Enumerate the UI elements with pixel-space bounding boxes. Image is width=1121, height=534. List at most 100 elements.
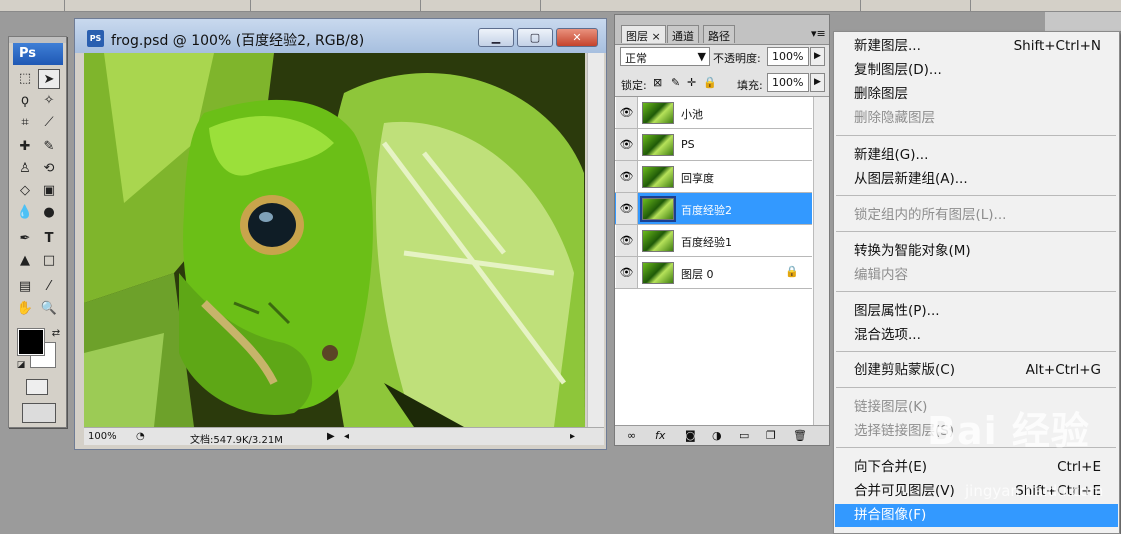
eye-icon[interactable]: 👁: [616, 257, 638, 288]
blend-mode-select[interactable]: 正常 ▼: [620, 47, 710, 66]
layer-thumbnail: [642, 230, 674, 252]
lock-pixels-icon[interactable]: ✎: [671, 76, 680, 89]
tab-layers[interactable]: 图层 ×: [621, 25, 666, 43]
canvas-vertical-scrollbar[interactable]: [587, 53, 604, 427]
zoom-tool-icon[interactable]: 🔍: [38, 299, 60, 319]
fill-field[interactable]: 100%: [767, 73, 809, 92]
opacity-label: 不透明度:: [713, 52, 761, 65]
pen-tool-icon[interactable]: ✒: [14, 229, 36, 249]
menu-separator: [836, 351, 1116, 352]
tab-close-icon[interactable]: ×: [652, 30, 661, 43]
layers-scrollbar[interactable]: [813, 97, 829, 425]
layer-row[interactable]: 👁 PS: [615, 129, 812, 161]
quick-mask-button[interactable]: [26, 379, 48, 395]
hscroll-left-icon[interactable]: ◂: [344, 431, 349, 442]
maximize-button[interactable]: ▢: [517, 28, 553, 47]
menu-separator: [836, 291, 1116, 292]
hscroll-right-icon[interactable]: ▸: [570, 431, 575, 442]
swap-colors-icon[interactable]: ⇄: [45, 324, 67, 344]
eye-icon[interactable]: 👁: [616, 97, 638, 128]
move-tool-icon[interactable]: ➤: [38, 69, 60, 89]
frog-image: [84, 53, 585, 427]
screen-mode-button[interactable]: [22, 403, 56, 423]
document-status-bar: 100% ◔ 文档:547.9K/3.21M ▶ ◂ ▸: [84, 427, 604, 446]
eye-icon[interactable]: 👁: [616, 225, 638, 256]
new-layer-icon[interactable]: ❐: [766, 429, 776, 442]
menu-item-group-from-layers[interactable]: 从图层新建组(A)...: [835, 168, 1118, 191]
image-canvas[interactable]: [84, 53, 585, 427]
foreground-color-swatch[interactable]: [17, 328, 45, 356]
mask-icon[interactable]: ◙: [685, 429, 696, 442]
zoom-level[interactable]: 100%: [88, 431, 117, 442]
marquee-tool-icon[interactable]: ⬚: [14, 69, 36, 89]
close-button[interactable]: ✕: [556, 28, 598, 47]
document-window: PS frog.psd @ 100% (百度经验2, RGB/8) ▁ ▢ ✕: [74, 18, 607, 450]
trash-icon[interactable]: 🗑: [793, 429, 807, 442]
brush-tool-icon[interactable]: ✎: [38, 137, 60, 157]
healing-brush-icon[interactable]: ✚: [14, 137, 36, 157]
eraser-tool-icon[interactable]: ◇: [14, 181, 36, 201]
blur-tool-icon[interactable]: 💧: [14, 203, 36, 223]
menu-item-smart-object[interactable]: 转换为智能对象(M): [835, 240, 1118, 263]
status-arrow-icon[interactable]: ▶: [327, 431, 335, 442]
menu-item-blending-options[interactable]: 混合选项...: [835, 324, 1118, 347]
fx-icon[interactable]: fx: [655, 429, 665, 442]
minimize-button[interactable]: ▁: [478, 28, 514, 47]
eyedropper-tool-icon[interactable]: ⁄: [38, 277, 60, 297]
lock-position-icon[interactable]: ✛: [687, 76, 696, 89]
hand-tool-icon[interactable]: ✋: [14, 299, 36, 319]
menu-item-new-group[interactable]: 新建组(G)...: [835, 144, 1118, 167]
menu-item-delete-layer[interactable]: 删除图层: [835, 83, 1118, 106]
document-titlebar[interactable]: PS frog.psd @ 100% (百度经验2, RGB/8) ▁ ▢ ✕: [75, 19, 606, 53]
history-brush-icon[interactable]: ⟲: [38, 159, 60, 179]
lock-all-icon[interactable]: 🔒: [703, 76, 717, 89]
gradient-tool-icon[interactable]: ▣: [38, 181, 60, 201]
menu-item-delete-hidden: 删除隐藏图层: [854, 110, 935, 126]
shape-tool-icon[interactable]: □: [38, 251, 60, 271]
status-menu-icon[interactable]: ◔: [136, 431, 145, 442]
panel-dock-strip: [1045, 12, 1121, 32]
options-bar: [0, 0, 1121, 12]
eye-icon[interactable]: 👁: [616, 193, 638, 224]
layer-row[interactable]: 👁 小池: [615, 97, 812, 129]
panel-tabs: 图层 × 通道 路径 ▾≡: [615, 15, 829, 45]
tab-paths[interactable]: 路径: [703, 25, 735, 43]
layer-context-menu: 新建图层... Shift+Ctrl+N 复制图层(D)... 删除图层 删除隐藏…: [833, 31, 1120, 534]
opacity-field[interactable]: 100%: [767, 47, 809, 66]
group-icon[interactable]: ▭: [739, 429, 749, 442]
type-tool-icon[interactable]: T: [38, 229, 60, 249]
menu-item-clipping-mask[interactable]: 创建剪贴蒙版(C) Alt+Ctrl+G: [835, 359, 1118, 382]
default-colors-icon[interactable]: ◪: [10, 355, 32, 375]
magic-wand-icon[interactable]: ✧: [38, 91, 60, 111]
layer-thumbnail: [642, 262, 674, 284]
layer-row-selected[interactable]: 👁 百度经验2: [615, 193, 812, 225]
menu-item-flatten-image[interactable]: 拼合图像(F): [835, 504, 1118, 527]
layer-row[interactable]: 👁 百度经验1: [615, 225, 812, 257]
lock-transparent-icon[interactable]: ⊠: [653, 76, 662, 89]
menu-item-new-layer[interactable]: 新建图层... Shift+Ctrl+N: [835, 35, 1118, 58]
link-icon[interactable]: ∞: [627, 429, 636, 442]
menu-separator: [836, 195, 1116, 196]
lasso-tool-icon[interactable]: ϙ: [14, 91, 36, 111]
menu-item-merge-down[interactable]: 向下合并(E) Ctrl+E: [835, 456, 1118, 479]
layer-row[interactable]: 👁 图层 0 🔒: [615, 257, 812, 289]
lock-icon: 🔒: [785, 265, 799, 278]
tab-channels[interactable]: 通道: [667, 25, 699, 43]
adjustment-icon[interactable]: ◑: [712, 429, 722, 442]
eye-icon[interactable]: 👁: [616, 161, 638, 192]
clone-stamp-icon[interactable]: ♙: [14, 159, 36, 179]
document-title: frog.psd @ 100% (百度经验2, RGB/8): [111, 33, 365, 49]
crop-tool-icon[interactable]: ⌗: [14, 113, 36, 133]
fill-arrow-icon[interactable]: ▶: [810, 73, 825, 92]
menu-item-duplicate-layer[interactable]: 复制图层(D)...: [835, 59, 1118, 82]
layer-row[interactable]: 👁 回享度: [615, 161, 812, 193]
dodge-tool-icon[interactable]: ●: [38, 203, 60, 223]
layer-name: 百度经验2: [681, 204, 732, 217]
notes-tool-icon[interactable]: ▤: [14, 277, 36, 297]
eye-icon[interactable]: 👁: [616, 129, 638, 160]
menu-item-layer-properties[interactable]: 图层属性(P)...: [835, 300, 1118, 323]
slice-tool-icon[interactable]: ⟋: [38, 113, 60, 133]
path-selection-icon[interactable]: ▲: [14, 251, 36, 271]
panel-menu-icon[interactable]: ▾≡: [811, 27, 826, 40]
opacity-arrow-icon[interactable]: ▶: [810, 47, 825, 66]
